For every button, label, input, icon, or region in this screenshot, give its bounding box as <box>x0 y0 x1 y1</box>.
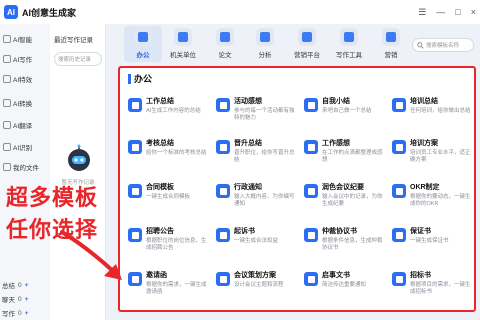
building-icon <box>174 28 192 46</box>
document-icon <box>392 272 406 286</box>
card-work-summary[interactable]: 工作总结 AI生成工作内容的总结 <box>126 94 210 124</box>
card-meeting-plan[interactable]: 会议策划方案 设计会议主题和流程 <box>214 268 298 298</box>
megaphone-icon <box>298 28 316 46</box>
window-controls: ☰ — □ × <box>418 0 476 24</box>
card-okr[interactable]: OKR制定 根据你的要动态，一键生成你的OKR <box>390 180 474 210</box>
minimize-icon[interactable]: — <box>436 7 445 17</box>
convert-icon <box>3 99 11 107</box>
app-logo: AI <box>4 5 18 19</box>
arrow-icon <box>60 230 122 280</box>
document-icon <box>304 184 318 198</box>
menu-icon[interactable]: ☰ <box>418 7 426 18</box>
add-chat-button[interactable]: + <box>25 296 29 303</box>
template-grid: 办公 工作总结 AI生成工作内容的总结 活动感想 参与的每一个活动都有独特的魅力 自… <box>118 66 476 312</box>
add-summary-button[interactable]: + <box>25 282 29 289</box>
history-search-input[interactable]: 搜索历史记录 <box>54 52 102 66</box>
card-training-summary[interactable]: 培训总结 任何培训，给你做出总结 <box>390 94 474 124</box>
document-icon <box>216 272 230 286</box>
document-icon <box>392 140 406 154</box>
history-title: 最近写作记录 <box>54 37 93 44</box>
section-title: 办公 <box>128 72 152 85</box>
document-icon <box>128 184 142 198</box>
close-icon[interactable]: × <box>471 7 476 17</box>
document-icon <box>128 98 142 112</box>
graduation-cap-icon <box>392 98 406 112</box>
card-work-reflection[interactable]: 工作感想 在工作的点滴都整理成感想 <box>302 136 386 166</box>
chart-icon <box>256 28 274 46</box>
tab-marketing[interactable]: 营销 <box>372 26 410 62</box>
document-icon <box>216 140 230 154</box>
tab-government[interactable]: 机关单位 <box>164 26 202 62</box>
translate-icon <box>3 121 11 129</box>
briefcase-icon <box>134 28 152 46</box>
card-meeting-minutes[interactable]: 润色会议纪要 输入会议中的记录，为你生成纪要 <box>302 180 386 210</box>
card-promotion-summary[interactable]: 晋升总结 晋升职位，给你写晋升总结 <box>214 136 298 166</box>
card-activity-reflection[interactable]: 活动感想 参与的每一个活动都有独特的魅力 <box>214 94 298 124</box>
card-arbitration-agreement[interactable]: 仲裁协议书 根据条件信息，生成仲裁协议书 <box>302 224 386 254</box>
sidebar-item-ai-recognize[interactable]: AI识别 <box>3 142 32 152</box>
sidebar-item-ai-effects[interactable]: AI特效 <box>3 74 32 84</box>
maximize-icon[interactable]: □ <box>455 7 460 17</box>
card-tender[interactable]: 招标书 根据项目的需求，一键生成招标书 <box>390 268 474 298</box>
target-icon <box>392 184 406 198</box>
sidebar-item-ai-writing[interactable]: AI写作 <box>3 54 32 64</box>
add-writing-button[interactable]: + <box>25 310 29 317</box>
document-icon <box>216 228 230 242</box>
pen-icon <box>3 55 11 63</box>
card-self-summary[interactable]: 自我小结 来吧自己做一个总结 <box>302 94 386 124</box>
envelope-icon <box>128 272 142 286</box>
chat-icon <box>3 35 11 43</box>
sidebar-item-ai-convert[interactable]: AI转换 <box>3 98 32 108</box>
tab-marketing-platform[interactable]: 营销平台 <box>288 26 326 62</box>
card-contract-template[interactable]: 合同模板 一键生成合同模板 <box>126 180 210 210</box>
document-icon <box>304 272 318 286</box>
sidebar-item-my-files[interactable]: 我的文件 <box>3 162 39 172</box>
card-assessment-summary[interactable]: 考核总结 给你一个标准的考核总结 <box>126 136 210 166</box>
app-title: AI创意生成家 <box>22 7 77 18</box>
target-icon <box>382 28 400 46</box>
robot-icon <box>68 144 90 171</box>
promo-text-line1: 超多模板 <box>6 186 99 211</box>
pen-tool-icon <box>340 28 358 46</box>
template-search-input[interactable]: 搜索模板名称 <box>412 38 474 52</box>
document-icon <box>392 228 406 242</box>
card-admin-notice[interactable]: 行政通知 输入大概内容，为你编写通知 <box>214 180 298 210</box>
card-indictment[interactable]: 起诉书 一键生成合法权益 <box>214 224 298 254</box>
document-icon <box>304 98 318 112</box>
stat-writing: 写作 0 + <box>2 309 29 319</box>
document-icon <box>304 140 318 154</box>
card-training-plan[interactable]: 培训方案 培训员工专业水平，适正确方案 <box>390 136 474 166</box>
sidebar-item-ai-translate[interactable]: AI翻译 <box>3 120 32 130</box>
tab-writing-tools[interactable]: 写作工具 <box>330 26 368 62</box>
document-icon <box>216 98 230 112</box>
sparkle-icon <box>3 75 11 83</box>
left-sidebar: AI智能 AI写作 AI特效 AI转换 AI翻译 AI识别 我的文件 总结 0 + … <box>0 24 50 320</box>
document-icon <box>216 184 230 198</box>
document-icon <box>128 228 142 242</box>
folder-icon <box>3 163 11 171</box>
title-bar: AI AI创意生成家 ☰ — □ × <box>0 0 480 24</box>
card-announcement[interactable]: 启事文书 简洁传达重要通知 <box>302 268 386 298</box>
tab-office[interactable]: 办公 <box>124 26 162 62</box>
document-icon <box>304 228 318 242</box>
scan-icon <box>3 143 11 151</box>
search-icon <box>417 41 424 49</box>
card-recruitment-notice[interactable]: 招聘公告 根据职位的岗位信息，生成招聘公告 <box>126 224 210 254</box>
tab-analysis[interactable]: 分析 <box>246 26 284 62</box>
card-guarantee[interactable]: 保证书 一键生成保证书 <box>390 224 474 254</box>
document-icon <box>216 28 234 46</box>
sidebar-item-ai-smart[interactable]: AI智能 <box>3 34 32 44</box>
tab-thesis[interactable]: 论文 <box>206 26 244 62</box>
stat-summary: 总结 0 + <box>2 281 29 291</box>
stat-chat: 聊天 0 + <box>2 295 29 305</box>
document-icon <box>128 140 142 154</box>
card-invitation[interactable]: 邀请函 根据你的需求，一键生成邀请函 <box>126 268 210 298</box>
